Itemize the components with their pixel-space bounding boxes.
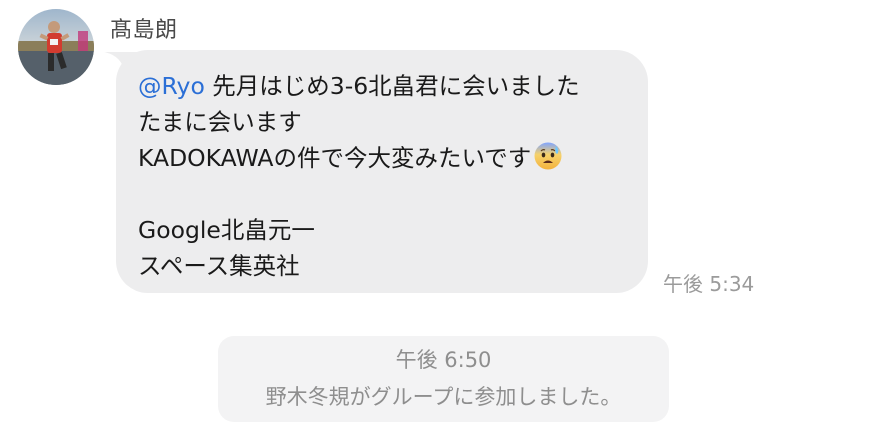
message-line-6: スペース集英社 [138,252,300,280]
system-notice-text: 野木冬規がグループに参加しました。 [265,385,622,409]
message-line-1: @Ryo 先月はじめ3-6北畠君に会いました [138,68,580,104]
message-line-5: Google北畠元一 [138,216,315,244]
message-line-1-text: 先月はじめ3-6北畠君に会いました [204,72,580,100]
system-notice: 午後 6:50 野木冬規がグループに参加しました。 [218,336,669,422]
sender-avatar[interactable] [18,9,94,85]
sender-name: 髙島朗 [110,18,178,43]
anxious-face-with-sweat-icon [534,142,562,170]
message-bubble[interactable]: @Ryo 先月はじめ3-6北畠君に会いました たまに会います KADOKAWAの… [116,50,648,293]
message-line-4 [138,176,580,212]
mention-link[interactable]: @Ryo [138,72,205,100]
message-text: @Ryo 先月はじめ3-6北畠君に会いました たまに会います KADOKAWAの… [138,68,580,284]
message-line-3: KADOKAWAの件で今大変みたいです [138,140,580,176]
system-notice-time: 午後 6:50 [395,348,492,372]
message-timestamp: 午後 5:34 [663,272,755,296]
message-line-3-text: KADOKAWAの件で今大変みたいです [138,144,532,172]
message-line-2: たまに会います [138,108,302,136]
